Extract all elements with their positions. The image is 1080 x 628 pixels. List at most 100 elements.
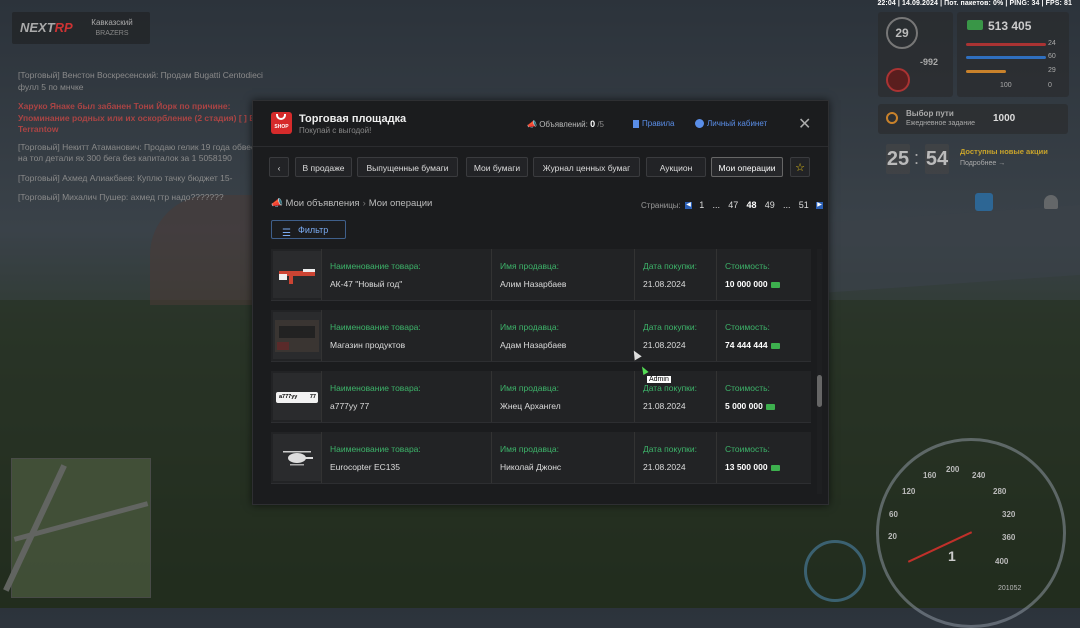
tab-issued-papers[interactable]: Выпущенные бумаги xyxy=(357,157,458,177)
price: 10 000 000 xyxy=(725,279,780,289)
stat-value: 60 xyxy=(1048,53,1056,60)
sliders-icon: ☰ xyxy=(282,228,291,239)
calendar-icon[interactable] xyxy=(975,193,993,211)
fuel-gauge xyxy=(804,540,866,602)
admin-tag: Admin xyxy=(647,376,671,383)
stat-value: 100 xyxy=(1000,82,1012,89)
speed-mark: 20 xyxy=(888,532,897,541)
page-link[interactable]: 47 xyxy=(728,200,738,210)
tab-auction[interactable]: Аукцион xyxy=(646,157,706,177)
breadcrumb: 📣 Мои объявления › Мои операции xyxy=(271,198,433,209)
item-name: a777yy 77 xyxy=(330,401,370,411)
list-item[interactable]: Наименование товара: Магазин продуктов И… xyxy=(271,310,811,362)
prev-page-icon[interactable]: ◀ xyxy=(685,202,693,210)
price: 74 444 444 xyxy=(725,340,780,350)
breadcrumb-root[interactable]: Мои объявления xyxy=(285,198,359,209)
bell-icon[interactable] xyxy=(1044,195,1058,209)
chat-message: [Торговый] Ахмед Алиакбаев: Куплю тачку … xyxy=(18,172,233,183)
favorites-button[interactable]: ☆ xyxy=(790,157,810,177)
cash-icon xyxy=(967,20,983,30)
purchase-date: 21.08.2024 xyxy=(643,462,686,472)
megaphone-icon: 📣 xyxy=(527,120,537,129)
page-link[interactable]: 51 xyxy=(799,200,809,210)
col-seller-label: Имя продавца: xyxy=(500,261,559,271)
purchase-date: 21.08.2024 xyxy=(643,340,686,350)
speed-mark: 400 xyxy=(995,557,1009,566)
scrollbar-thumb[interactable] xyxy=(817,375,822,407)
speed-mark: 360 xyxy=(1002,533,1016,542)
armor-bar xyxy=(966,56,1046,59)
game-road xyxy=(790,204,1080,296)
speed-mark: 320 xyxy=(1002,510,1016,519)
shop-icon: SHOP xyxy=(271,112,292,134)
odometer: 201052 xyxy=(998,585,1022,592)
page-link[interactable]: 49 xyxy=(765,200,775,210)
cash-icon xyxy=(770,342,780,349)
megaphone-icon: 📣 xyxy=(271,198,283,209)
pagination: Страницы: ◀ 1 ... 47 48 49 ... 51 ▶ xyxy=(641,200,823,210)
list-item[interactable]: a777yy 77 Наименование товара: a777yy 77… xyxy=(271,371,811,423)
server-name: Кавказский BRAZERS xyxy=(91,18,133,37)
task-title: Выбор пути xyxy=(906,109,954,118)
col-date-label: Дата покупки: xyxy=(643,383,698,393)
tab-my-operations[interactable]: Мои операции xyxy=(711,157,783,177)
ads-counter: 📣 Объявлений: 0 /5 xyxy=(527,119,604,129)
rules-link[interactable]: Правила xyxy=(633,119,674,128)
tab-securities-journal[interactable]: Журнал ценных бумаг xyxy=(533,157,640,177)
timer-minutes: 25 xyxy=(886,144,910,174)
speed-mark: 60 xyxy=(889,510,898,519)
health-bar xyxy=(966,43,1046,46)
cash-icon xyxy=(770,464,780,471)
task-subtitle: Ежедневное задание xyxy=(906,120,975,127)
speed-mark: 160 xyxy=(923,471,937,480)
tab-my-papers[interactable]: Мои бумаги xyxy=(466,157,528,177)
item-name: Магазин продуктов xyxy=(330,340,406,350)
speed-mark: 200 xyxy=(946,465,960,474)
back-button[interactable]: ‹ xyxy=(269,157,289,177)
col-item-label: Наименование товара: xyxy=(330,444,421,454)
list-item[interactable]: Наименование товара: Eurocopter EC135 Им… xyxy=(271,432,811,484)
document-icon xyxy=(633,119,639,128)
hunger-bar xyxy=(966,70,1006,73)
col-item-label: Наименование товара: xyxy=(330,322,421,332)
col-date-label: Дата покупки: xyxy=(643,261,698,271)
timer-seconds: 54 xyxy=(925,144,949,174)
seller-name: Адам Назарбаев xyxy=(500,340,567,350)
user-icon xyxy=(695,119,704,129)
list-item[interactable]: Наименование товара: АК-47 "Новый год" И… xyxy=(271,249,811,301)
tab-on-sale[interactable]: В продаже xyxy=(295,157,352,177)
seller-name: Николай Джонс xyxy=(500,462,562,472)
stat-value: 24 xyxy=(1048,40,1056,47)
item-thumbnail xyxy=(273,434,322,481)
col-date-label: Дата покупки: xyxy=(643,322,698,332)
shop-building-icon xyxy=(275,320,319,352)
item-name: АК-47 "Новый год" xyxy=(330,279,403,289)
chat-log: [Торговый] Венстон Воскресенский: Продам… xyxy=(18,70,263,212)
status-bar: 22:04 | 14.09.2024 | Пот. пакетов: 0% | … xyxy=(877,0,1072,7)
chat-message: [Торговый] Некитт Атаманович: Продаю гел… xyxy=(18,141,263,164)
chat-message: Харуко Янаке был забанен Тони Йорк по пр… xyxy=(18,101,261,134)
page-link-current[interactable]: 48 xyxy=(747,200,757,210)
close-icon[interactable]: ✕ xyxy=(798,114,811,134)
col-seller-label: Имя продавца: xyxy=(500,322,559,332)
speed-mark: 120 xyxy=(902,487,916,496)
list-scrollbar[interactable] xyxy=(817,249,822,494)
speed-mark: 280 xyxy=(993,487,1007,496)
license-plate-icon: a777yy 77 xyxy=(276,392,318,403)
promo-more-link[interactable]: Подробнее → xyxy=(960,160,1005,167)
rifle-icon xyxy=(279,269,315,284)
page-link[interactable]: 1 xyxy=(699,200,704,210)
seller-name: Алим Назарбаев xyxy=(500,279,567,289)
cash-icon xyxy=(765,403,775,410)
seller-name: Жнец Архангел xyxy=(500,401,561,411)
next-page-icon[interactable]: ▶ xyxy=(816,202,823,210)
chat-message: [Торговый] Михалич Пушер: ахмед гтр надо… xyxy=(18,192,224,202)
price: 5 000 000 xyxy=(725,401,775,411)
window-subtitle: Покупай с выгодой! xyxy=(299,126,372,135)
debt-value: -992 xyxy=(920,57,939,67)
personal-cabinet-link[interactable]: Личный кабинет xyxy=(695,119,767,129)
filter-button[interactable]: ☰ Фильтр xyxy=(271,220,346,239)
price: 13 500 000 xyxy=(725,462,780,472)
star-icon: ☆ xyxy=(795,162,805,174)
minimap xyxy=(3,458,151,598)
